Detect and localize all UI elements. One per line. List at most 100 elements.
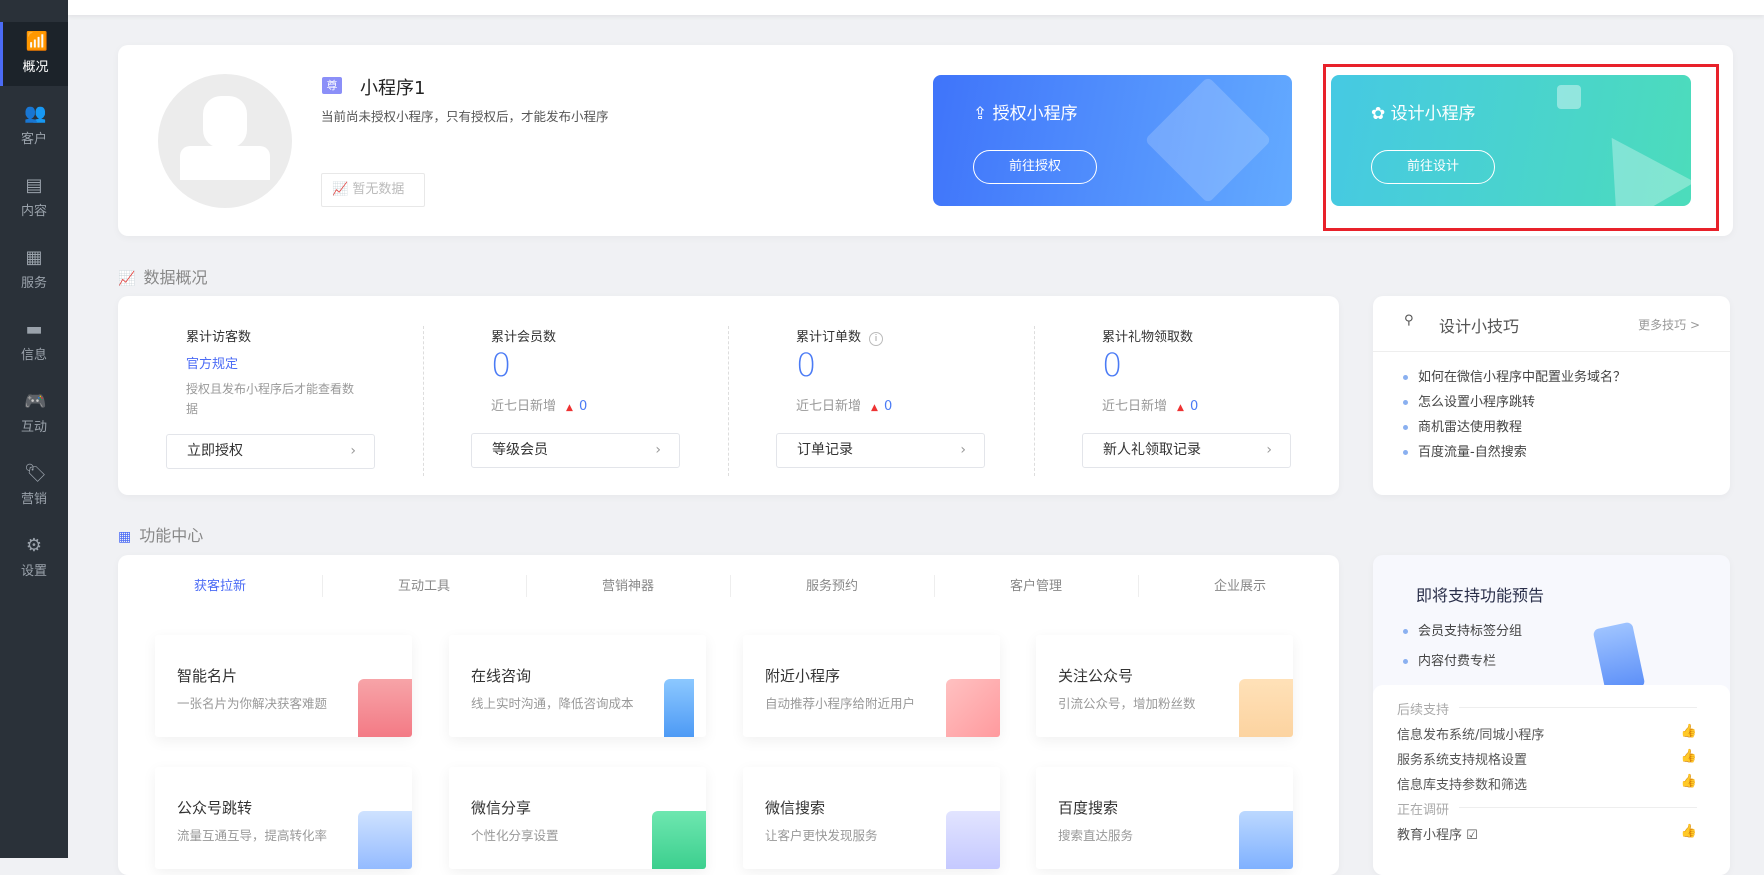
upcoming-item: 内容付费专栏	[1403, 650, 1496, 669]
sidebar-item-message[interactable]: ▬ 信息	[0, 310, 68, 374]
research-item: 教育小程序 ☑ 👍	[1397, 824, 1697, 843]
divider	[423, 326, 424, 476]
message-icon: ▬	[25, 319, 43, 340]
support-item: 信息库支持参数和筛选 👍	[1397, 774, 1697, 793]
feature-tile[interactable]: 智能名片 一张名片为你解决获客难题	[155, 635, 412, 737]
avatar	[158, 74, 292, 208]
tile-title: 智能名片	[177, 667, 238, 685]
go-authorize-button[interactable]: 前往授权	[973, 150, 1097, 184]
sidebar-item-marketing[interactable]: 🏷 营销	[0, 454, 68, 518]
sidebar-item-service[interactable]: ▦ 服务	[0, 238, 68, 302]
chevron-right-icon: ›	[350, 443, 356, 459]
label-text: 正在调研	[1397, 803, 1450, 818]
tile-desc: 个性化分享设置	[471, 828, 559, 843]
tip-link[interactable]: 如何在微信小程序中配置业务域名？	[1403, 366, 1626, 385]
data-overview-title: 📈 数据概况	[118, 264, 207, 288]
feature-tile[interactable]: 微信搜索 让客户更快发现服务	[743, 767, 1000, 869]
stat-label-text: 累计订单数	[796, 330, 862, 345]
official-account-icon	[1239, 679, 1293, 737]
label-text: 后续支持	[1397, 703, 1450, 718]
thumbs-up-icon[interactable]: 👍	[1681, 749, 1697, 764]
sidebar-label: 服务	[20, 276, 47, 291]
item-text: 教育小程序	[1397, 828, 1463, 843]
research-label: 正在调研	[1397, 799, 1697, 818]
feature-tile[interactable]: 微信分享 个性化分享设置	[449, 767, 706, 869]
chart-icon: 📶	[25, 31, 48, 52]
sidebar-item-content[interactable]: ▤ 内容	[0, 166, 68, 230]
stat-value: 0	[1102, 346, 1123, 384]
item-text: 信息库支持参数和筛选	[1397, 778, 1528, 793]
sidebar-item-settings[interactable]: ⚙ 设置	[0, 526, 68, 590]
stat-label: 累计礼物领取数	[1102, 330, 1194, 345]
thumbs-up-icon[interactable]: 👍	[1681, 824, 1697, 839]
divider	[1034, 326, 1035, 476]
gift-records-button[interactable]: 新人礼领取记录 ›	[1082, 433, 1291, 468]
stat-orders: 累计订单数 i 0 近七日新增 ▲ 0 订单记录 ›	[776, 296, 1086, 495]
tab-marketing-tools[interactable]: 营销神器	[526, 575, 730, 594]
feature-tile[interactable]: 百度搜索 搜索直达服务	[1036, 767, 1293, 869]
button-label: 新人礼领取记录	[1103, 442, 1201, 458]
feature-center-card: 获客拉新 互动工具 营销神器 服务预约 客户管理 企业展示 智能名片 一张名片为你…	[118, 555, 1339, 875]
support-list: 后续支持 信息发布系统/同城小程序 👍 服务系统支持规格设置 👍 信息库支持参数和筛…	[1373, 685, 1730, 875]
tip-link[interactable]: 商机雷达使用教程	[1403, 416, 1522, 435]
stat-note: 据	[186, 402, 199, 416]
thumbs-up-icon[interactable]: 👍	[1681, 774, 1697, 789]
stat-visitors: 累计访客数 官方规定 授权且发布小程序后才能查看数 据 立即授权 ›	[166, 296, 476, 495]
feature-tile[interactable]: 在线咨询 线上实时沟通，降低咨询成本	[449, 635, 706, 737]
stat-value: 0	[491, 346, 512, 384]
sidebar: 📶 概况 👥 客户 ▤ 内容 ▦ 服务 ▬ 信息 🎮 互动 🏷 营销 ⚙ 设置	[0, 0, 68, 858]
gear-icon: ⚙	[25, 535, 43, 556]
increase-value: 0	[1189, 399, 1199, 414]
highlight-box	[1323, 64, 1719, 231]
chevron-right-icon: ›	[655, 442, 661, 458]
tile-desc: 让客户更快发现服务	[765, 828, 878, 843]
no-data-label: 暂无数据	[352, 182, 405, 197]
phone-illustration-icon	[1592, 621, 1646, 695]
tip-link[interactable]: 怎么设置小程序跳转	[1403, 391, 1535, 410]
divider	[728, 326, 729, 476]
authorize-banner[interactable]: ⇪ 授权小程序 前往授权	[933, 75, 1292, 206]
thumbs-up-icon[interactable]: 👍	[1681, 724, 1697, 739]
button-label: 订单记录	[797, 442, 853, 458]
order-records-button[interactable]: 订单记录 ›	[776, 433, 985, 468]
gamepad-icon: 🎮	[24, 391, 47, 412]
feature-tile[interactable]: 公众号跳转 流量互通互导，提高转化率	[155, 767, 412, 869]
section-title: 功能中心	[139, 526, 204, 545]
sidebar-item-customers[interactable]: 👥 客户	[0, 94, 68, 158]
document-icon: ▤	[25, 175, 43, 196]
more-tips-link[interactable]: 更多技巧 >	[1638, 316, 1700, 333]
tab-interaction-tools[interactable]: 互动工具	[322, 575, 526, 594]
lightbulb-icon: ⚲	[1404, 313, 1414, 328]
support-item: 信息发布系统/同城小程序 👍	[1397, 724, 1697, 743]
feature-tile[interactable]: 关注公众号 引流公众号，增加粉丝数	[1036, 635, 1293, 737]
wechat-search-icon	[946, 811, 1000, 869]
design-tips-card: ⚲ 设计小技巧 更多技巧 > 如何在微信小程序中配置业务域名？ 怎么设置小程序跳…	[1373, 296, 1730, 495]
tips-title: 设计小技巧	[1439, 317, 1520, 336]
tile-title: 公众号跳转	[177, 799, 253, 817]
banner-title: 授权小程序	[992, 104, 1078, 124]
tab-customer-acquisition[interactable]: 获客拉新	[118, 575, 322, 594]
info-icon[interactable]: i	[869, 332, 884, 346]
stat-members: 累计会员数 0 近七日新增 ▲ 0 等级会员 ›	[471, 296, 781, 495]
tab-business-showcase[interactable]: 企业展示	[1138, 575, 1342, 594]
authorize-now-button[interactable]: 立即授权 ›	[166, 434, 375, 469]
map-pin-icon	[946, 679, 1000, 737]
sidebar-label: 概况	[22, 60, 49, 75]
trend-icon: 📈	[118, 271, 136, 287]
official-rules-link[interactable]: 官方规定	[186, 353, 238, 372]
sidebar-item-interaction[interactable]: 🎮 互动	[0, 382, 68, 446]
member-level-button[interactable]: 等级会员 ›	[471, 433, 680, 468]
service-icon: ▦	[25, 247, 43, 268]
sidebar-item-overview[interactable]: 📶 概况	[0, 22, 68, 86]
no-data-button[interactable]: 📈 暂无数据	[321, 173, 425, 207]
stat-gifts: 累计礼物领取数 0 近七日新增 ▲ 0 新人礼领取记录 ›	[1082, 296, 1392, 495]
tip-link[interactable]: 百度流量-自然搜索	[1403, 441, 1527, 460]
sidebar-label: 设置	[20, 564, 47, 579]
tab-customer-management[interactable]: 客户管理	[934, 575, 1138, 594]
checkbox-icon[interactable]: ☑	[1466, 828, 1478, 843]
tab-service-booking[interactable]: 服务预约	[730, 575, 934, 594]
chat-phone-icon	[664, 679, 694, 737]
section-title: 数据概况	[143, 268, 208, 287]
feature-tile[interactable]: 附近小程序 自动推荐小程序给附近用户	[743, 635, 1000, 737]
chevron-right-icon: ›	[960, 442, 966, 458]
